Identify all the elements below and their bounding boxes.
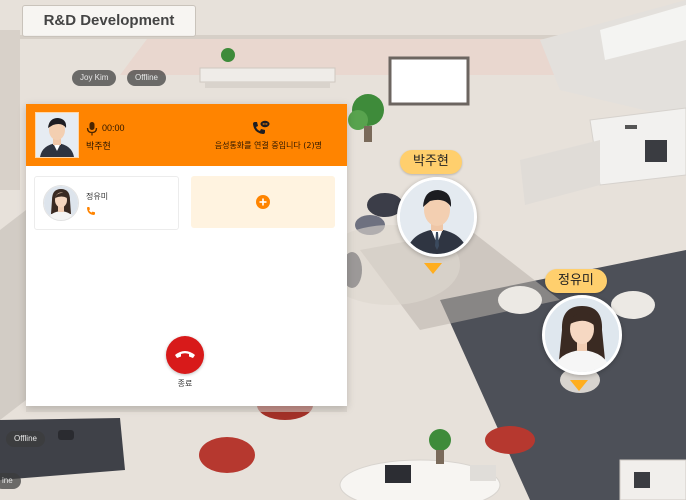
avatar-portrait-icon — [36, 113, 78, 157]
user-avatar[interactable] — [397, 177, 477, 257]
voice-call-icon — [253, 120, 270, 134]
add-participant-button[interactable] — [191, 176, 335, 228]
end-call-label: 종료 — [177, 379, 193, 388]
avatar-portrait-icon — [400, 180, 474, 254]
avatar-portrait-icon — [545, 298, 619, 372]
location-pin-icon — [424, 263, 442, 274]
avatar-portrait-icon — [44, 186, 78, 220]
room-name-label: R&D Development — [22, 5, 196, 37]
user-status-chip: ine — [0, 473, 21, 489]
user-name-bubble: 정유미 — [545, 269, 607, 293]
end-call-button[interactable] — [166, 336, 204, 374]
host-name: 박주현 — [86, 142, 111, 152]
participant-name: 정유미 — [86, 192, 109, 201]
host-avatar — [35, 112, 79, 158]
user-avatar[interactable] — [542, 295, 622, 375]
user-status-chip: Offline — [127, 70, 166, 86]
user-name-bubble: 박주현 — [400, 150, 462, 174]
voice-call-panel: 00:00 박주현 음성통화를 연결 중입니다 (2)명 정유미 종료 — [26, 104, 347, 406]
plus-circle-icon — [256, 195, 270, 209]
hang-up-icon — [175, 351, 195, 358]
call-header: 00:00 박주현 음성통화를 연결 중입니다 (2)명 — [26, 104, 347, 166]
call-timer: 00:00 — [102, 123, 125, 133]
call-status-text: 음성통화를 연결 중입니다 (2)명 — [214, 141, 322, 150]
user-status-chip: Joy Kim — [72, 70, 117, 86]
participant-avatar — [43, 185, 79, 221]
phone-icon — [87, 207, 95, 215]
participant-card[interactable]: 정유미 — [34, 176, 179, 230]
microphone-icon[interactable] — [86, 122, 98, 136]
location-pin-icon — [570, 380, 588, 391]
user-status-chip: Offline — [6, 431, 45, 447]
